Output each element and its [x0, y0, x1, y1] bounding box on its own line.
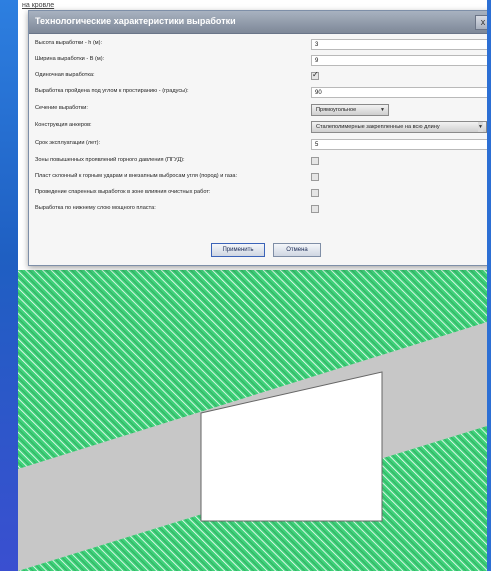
- pgud-label: Зоны повышенных проявлений горного давле…: [35, 157, 185, 163]
- section-label: Сечение выработки:: [35, 105, 88, 111]
- row-pgud: Зоны повышенных проявлений горного давле…: [29, 154, 487, 170]
- row-single: Одиночная выработка:: [29, 69, 487, 85]
- row-lower-layer: Выработка по нижнему слою мощного пласта…: [29, 202, 487, 218]
- angle-input[interactable]: 90: [311, 87, 487, 98]
- section-select[interactable]: Прямоугольное ▼: [311, 104, 389, 116]
- dialog-titlebar[interactable]: Технологические характеристики выработки…: [29, 11, 487, 34]
- lower-layer-label: Выработка по нижнему слою мощного пласта…: [35, 205, 156, 211]
- close-icon: x: [480, 17, 486, 27]
- row-height: Высота выработки - h (м): 3: [29, 37, 487, 53]
- anchors-select[interactable]: Сталеполимерные закрепленные на всю длин…: [311, 121, 487, 133]
- close-button[interactable]: x: [475, 15, 487, 30]
- section-select-value: Прямоугольное: [316, 107, 357, 113]
- single-excavation-label: Одиночная выработка:: [35, 72, 95, 78]
- row-paired: Проведение спаренных выработок в зоне вл…: [29, 186, 487, 202]
- row-anchors: Конструкция анкеров: Сталеполимерные зак…: [29, 119, 487, 135]
- roof-label: на кровле: [22, 2, 55, 9]
- lower-layer-checkbox[interactable]: [311, 205, 319, 213]
- height-input[interactable]: 3: [311, 39, 487, 50]
- width-label: Ширина выработки - B (м):: [35, 56, 105, 62]
- tech-characteristics-dialog: Технологические характеристики выработки…: [28, 10, 487, 266]
- chevron-down-icon: ▼: [380, 107, 385, 113]
- lifetime-label: Срок эксплуатации (лет):: [35, 140, 101, 146]
- angle-label: Выработка пройдена под углом к простиран…: [35, 88, 189, 94]
- desktop-right-strip: [487, 0, 491, 571]
- chevron-down-icon: ▼: [478, 122, 483, 132]
- single-excavation-checkbox[interactable]: [311, 70, 319, 80]
- anchors-label: Конструкция анкеров:: [35, 122, 92, 128]
- outburst-checkbox[interactable]: [311, 173, 319, 181]
- row-width: Ширина выработки - B (м): 9: [29, 53, 487, 69]
- pgud-checkbox[interactable]: [311, 157, 319, 165]
- paired-label: Проведение спаренных выработок в зоне вл…: [35, 189, 211, 195]
- row-angle: Выработка пройдена под углом к простиран…: [29, 85, 487, 101]
- height-label: Высота выработки - h (м):: [35, 40, 103, 46]
- dialog-title: Технологические характеристики выработки: [35, 16, 236, 26]
- paired-checkbox[interactable]: [311, 189, 319, 197]
- cancel-button[interactable]: Отмена: [273, 243, 321, 257]
- row-lifetime: Срок эксплуатации (лет): 5: [29, 137, 487, 153]
- row-outburst: Пласт склонный к горным ударам и внезапн…: [29, 170, 487, 186]
- outburst-label: Пласт склонный к горным ударам и внезапн…: [35, 173, 238, 179]
- app-window: на кровле Технологические характеристики…: [18, 0, 487, 571]
- lifetime-input[interactable]: 5: [311, 139, 487, 150]
- desktop-left-strip: [0, 0, 18, 571]
- anchors-select-value: Сталеполимерные закрепленные на всю длин…: [316, 124, 440, 130]
- apply-button[interactable]: Применить: [211, 243, 265, 257]
- width-input[interactable]: 9: [311, 55, 487, 66]
- row-section: Сечение выработки: Прямоугольное ▼: [29, 102, 487, 118]
